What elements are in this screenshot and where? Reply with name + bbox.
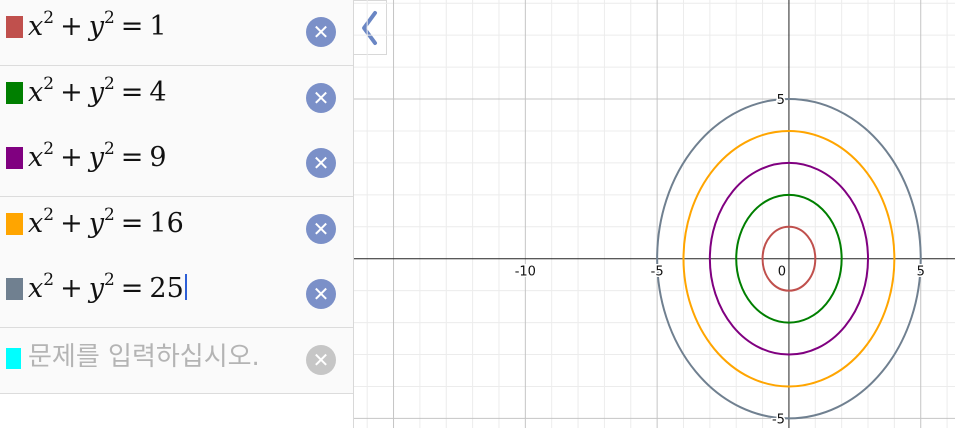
math-token: = (120, 77, 144, 108)
math-token: + (60, 142, 83, 173)
expression-input[interactable]: x2 + y2 = 25 (28, 272, 187, 304)
color-swatch[interactable] (6, 213, 23, 235)
math-token: = (120, 11, 144, 42)
math-token: 9 (149, 142, 167, 173)
math-token: x (28, 77, 44, 108)
color-swatch[interactable] (6, 82, 23, 104)
math-token: 2 (43, 139, 55, 159)
expression-row[interactable]: x2 + y2 = 16 ✕ (0, 197, 353, 263)
math-token: 1 (149, 11, 167, 42)
tick-label: 0 (778, 265, 786, 280)
math-token: y (88, 77, 104, 108)
delete-expression-button[interactable]: ✕ (306, 148, 336, 178)
expression-row[interactable]: x2 + y2 = 25 ✕ (0, 262, 353, 328)
expression-input[interactable]: x2 + y2 = 9 (28, 141, 167, 173)
math-token: = (120, 142, 144, 173)
text-caret (184, 274, 187, 300)
expression-input[interactable]: x2 + y2 = 4 (28, 76, 167, 108)
math-token: + (60, 11, 83, 42)
expression-input[interactable]: x2 + y2 = 16 (28, 207, 184, 239)
math-token: = (120, 208, 144, 239)
math-token: 2 (43, 8, 55, 28)
new-expression-input[interactable]: 문제를 입력하십시오. (28, 342, 260, 372)
math-token: = (120, 273, 144, 304)
math-token: 4 (149, 77, 167, 108)
tick-label: -5 (772, 412, 785, 427)
tick-label: 5 (917, 265, 925, 280)
expression-list: x2 + y2 = 1 ✕ x2 + y2 = 4 ✕ x2 + y2 = 9 ✕ x2 + y2 = 16 ✕ x2 + y2 = 2… (0, 0, 354, 428)
math-token: 2 (43, 270, 55, 290)
expression-input[interactable]: x2 + y2 = 1 (28, 10, 167, 42)
math-token: 16 (149, 208, 184, 239)
delete-expression-button[interactable]: ✕ (306, 214, 336, 244)
delete-expression-button[interactable]: ✕ (306, 279, 336, 309)
math-token: 25 (149, 273, 184, 304)
math-token: + (60, 77, 83, 108)
delete-expression-button: ✕ (306, 345, 336, 375)
color-swatch[interactable] (6, 147, 23, 169)
math-token: x (28, 208, 44, 239)
delete-expression-button[interactable]: ✕ (306, 17, 336, 47)
math-token: 2 (43, 74, 55, 94)
expression-row[interactable]: x2 + y2 = 1 ✕ (0, 0, 353, 66)
math-token: y (88, 11, 104, 42)
tick-label: -10 (515, 265, 536, 280)
math-token: y (88, 142, 104, 173)
math-token: 2 (103, 270, 115, 290)
math-token: y (88, 273, 104, 304)
color-swatch (6, 348, 21, 369)
math-token: y (88, 208, 104, 239)
math-token: 2 (103, 139, 115, 159)
math-token: x (28, 273, 44, 304)
math-token: x (28, 142, 44, 173)
math-token: 2 (43, 205, 55, 225)
new-expression-row[interactable]: 문제를 입력하십시오. ✕ (0, 328, 353, 394)
tick-label: 5 (777, 93, 785, 108)
graph-canvas[interactable]: -10 -5 0 5 5 -5 (354, 0, 955, 428)
math-token: 2 (103, 205, 115, 225)
math-token: 2 (103, 8, 115, 28)
math-token: + (60, 208, 83, 239)
color-swatch[interactable] (6, 278, 23, 300)
delete-expression-button[interactable]: ✕ (306, 83, 336, 113)
math-token: + (60, 273, 83, 304)
math-token: 2 (103, 74, 115, 94)
expression-row[interactable]: x2 + y2 = 4 ✕ (0, 66, 353, 132)
math-token: x (28, 11, 44, 42)
expression-row[interactable]: x2 + y2 = 9 ✕ (0, 131, 353, 197)
color-swatch[interactable] (6, 16, 23, 38)
tick-label: -5 (651, 265, 664, 280)
